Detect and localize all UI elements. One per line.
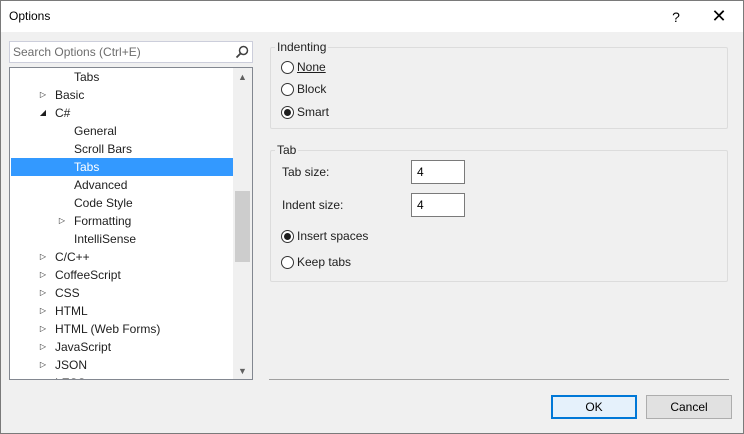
ok-button[interactable]: OK xyxy=(551,395,637,419)
footer-separator xyxy=(269,379,729,380)
indent-smart-radio[interactable]: Smart xyxy=(281,104,329,120)
cancel-button[interactable]: Cancel xyxy=(646,395,732,419)
tree-item[interactable]: ◢ C# xyxy=(11,104,233,122)
radio-dot-icon[interactable] xyxy=(281,229,294,243)
collapsed-arrow-icon[interactable]: ▷ xyxy=(57,212,67,230)
tree-item[interactable]: ▷ HTML (Web Forms) xyxy=(11,320,233,338)
keep-tabs-radio[interactable]: Keep tabs xyxy=(281,254,351,270)
tree-item[interactable]: ▷ Formatting xyxy=(11,212,233,230)
tree-item[interactable]: Advanced xyxy=(11,176,233,194)
tree-item-label: IntelliSense xyxy=(74,232,137,246)
tree-item-label: Tabs xyxy=(74,160,100,174)
tree-scrollbar[interactable]: ▲ ▼ xyxy=(233,68,252,379)
tree-item-label: Code Style xyxy=(74,196,133,210)
tree-item-label: Basic xyxy=(55,88,85,102)
tree-item[interactable]: Code Style xyxy=(11,194,233,212)
expanded-arrow-icon[interactable]: ◢ xyxy=(38,104,48,122)
scroll-thumb[interactable] xyxy=(235,191,250,262)
options-dialog: Options ? ✕ Tabs ▷ Basic ◢ C#General Scroll B… xyxy=(0,0,744,434)
tree-item[interactable]: ▷ CSS xyxy=(11,284,233,302)
tree-item-label: CoffeeScript xyxy=(55,268,121,282)
title-bar[interactable]: Options ? ✕ xyxy=(1,1,743,32)
collapsed-arrow-icon[interactable]: ▷ xyxy=(38,86,48,104)
collapsed-arrow-icon[interactable]: ▷ xyxy=(38,266,48,284)
options-tree[interactable]: Tabs ▷ Basic ◢ C# General Scroll Bars Tabs Advan… xyxy=(9,67,253,380)
tree-item[interactable]: ▷ C/C++ xyxy=(11,248,233,266)
collapsed-arrow-icon[interactable]: ▷ xyxy=(38,374,48,379)
collapsed-arrow-icon[interactable]: ▷ xyxy=(38,302,48,320)
tree-item-label: Formatting xyxy=(74,214,132,228)
tab-size-input[interactable] xyxy=(411,160,465,184)
tree-item[interactable]: ▷ JSON xyxy=(11,356,233,374)
indent-none-radio[interactable]: None xyxy=(281,59,326,75)
indenting-group xyxy=(270,47,728,129)
tree-item[interactable]: ▷ CoffeeScript xyxy=(11,266,233,284)
window-title: Options xyxy=(9,9,51,23)
tree-item-label: Advanced xyxy=(74,178,128,192)
collapsed-arrow-icon[interactable]: ▷ xyxy=(38,284,48,302)
indent-block-label: Block xyxy=(297,82,327,96)
tree-item[interactable]: Tabs xyxy=(11,158,233,176)
radio-dot-icon[interactable] xyxy=(281,60,294,74)
radio-dot-icon[interactable] xyxy=(281,105,294,119)
collapsed-arrow-icon[interactable]: ▷ xyxy=(38,356,48,374)
help-button[interactable]: ? xyxy=(655,1,697,32)
scroll-up-arrow-icon[interactable]: ▲ xyxy=(233,68,252,85)
indent-smart-label: Smart xyxy=(297,105,330,119)
tab-size-label: Tab size: xyxy=(282,165,330,179)
tree-item-label: HTML (Web Forms) xyxy=(55,322,161,336)
tree-item[interactable]: ▷ HTML xyxy=(11,302,233,320)
indent-block-radio[interactable]: Block xyxy=(281,81,326,97)
search-icon[interactable] xyxy=(234,44,250,60)
tree-item-label: JavaScript xyxy=(55,340,112,354)
tree-item-label: Tabs xyxy=(74,70,100,84)
tree-item-label: LESS xyxy=(55,374,86,379)
tree-item-label: HTML xyxy=(55,304,88,318)
tree-item-label: CSS xyxy=(55,286,80,300)
tree-item[interactable]: Tabs xyxy=(11,68,233,86)
insert-spaces-label: Insert spaces xyxy=(297,229,369,243)
tab-group-title: Tab xyxy=(275,143,299,157)
radio-dot-icon[interactable] xyxy=(281,82,294,96)
search-box xyxy=(9,41,253,63)
collapsed-arrow-icon[interactable]: ▷ xyxy=(38,338,48,356)
tree-item-label: General xyxy=(74,124,117,138)
scroll-down-arrow-icon[interactable]: ▼ xyxy=(233,362,252,379)
indent-size-input[interactable] xyxy=(411,193,465,217)
close-button[interactable]: ✕ xyxy=(698,1,740,32)
keep-tabs-label: Keep tabs xyxy=(297,255,352,269)
radio-dot-icon[interactable] xyxy=(281,255,294,269)
tree-item-label: C# xyxy=(55,106,71,120)
tree-item[interactable]: ▷ LESS xyxy=(11,374,233,379)
indent-size-label: Indent size: xyxy=(282,198,344,212)
collapsed-arrow-icon[interactable]: ▷ xyxy=(38,248,48,266)
tree-item[interactable]: ▷ JavaScript xyxy=(11,338,233,356)
indent-none-label: None xyxy=(297,60,326,74)
search-input[interactable] xyxy=(13,44,231,60)
insert-spaces-radio[interactable]: Insert spaces xyxy=(281,228,368,244)
tree-item-label: C/C++ xyxy=(55,250,90,264)
tree-item[interactable]: Scroll Bars xyxy=(11,140,233,158)
tree-item-label: JSON xyxy=(55,358,88,372)
tree-item[interactable]: IntelliSense xyxy=(11,230,233,248)
collapsed-arrow-icon[interactable]: ▷ xyxy=(38,320,48,338)
tree-item[interactable]: General xyxy=(11,122,233,140)
indenting-group-title: Indenting xyxy=(275,40,329,54)
tree-item[interactable]: ▷ Basic xyxy=(11,86,233,104)
tree-item-label: Scroll Bars xyxy=(74,142,133,156)
